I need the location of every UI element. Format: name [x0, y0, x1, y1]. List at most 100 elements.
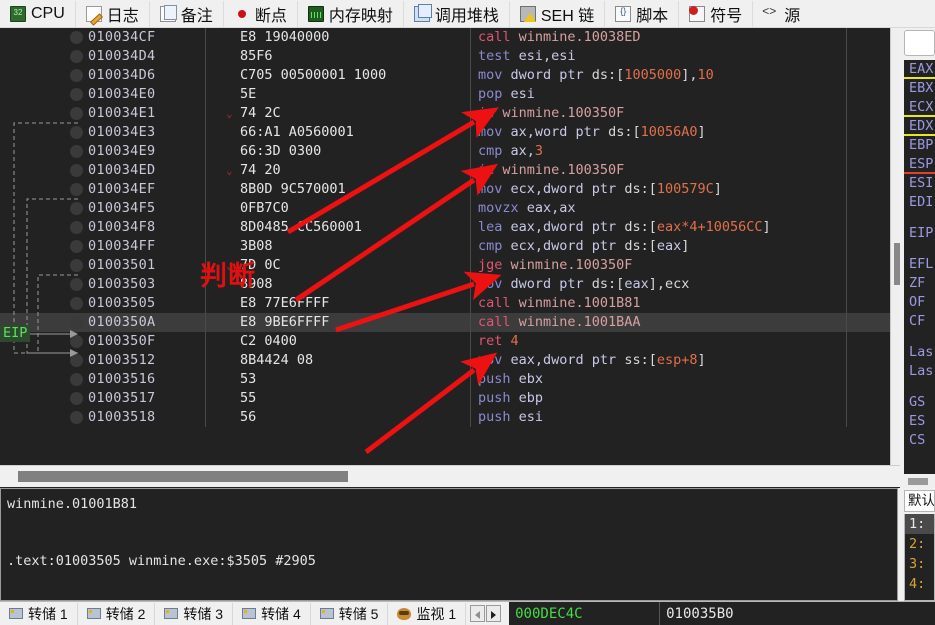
row-gutter[interactable]: [0, 66, 83, 85]
register-row-eip[interactable]: EIP: [904, 224, 935, 243]
disassembly-row[interactable]: 010034E3 66:A1 A0560001 mov ax,word ptr ds…: [0, 123, 890, 142]
stack-view-selector[interactable]: 默认: [904, 490, 935, 512]
disassembly-row[interactable]: 01003503 8908 mov dword ptr ds:[eax],ecx: [0, 275, 890, 294]
disassembly-row[interactable]: 010034E9 66:3D 0300 cmp ax,3: [0, 142, 890, 161]
disassembly-row[interactable]: 01003512 8B4424 08 mov eax,dword ptr ss:[e…: [0, 351, 890, 370]
register-row-gs[interactable]: GS: [904, 393, 935, 412]
disassembly-row[interactable]: 01003501 ⌄ 7D 0C jge winmine.100350F: [0, 256, 890, 275]
breakpoint-slot-icon[interactable]: [70, 88, 83, 101]
disassembly-row[interactable]: 010034ED ⌄ 74 20 je winmine.100350F: [0, 161, 890, 180]
breakpoint-slot-icon[interactable]: [70, 126, 83, 139]
row-gutter[interactable]: [0, 275, 83, 294]
register-row-eax[interactable]: EAX: [904, 60, 935, 79]
disassembly-row[interactable]: 010034E0 5E pop esi: [0, 85, 890, 104]
toolbar-item-6[interactable]: SEH 链: [510, 0, 606, 27]
row-gutter[interactable]: [0, 370, 83, 389]
row-gutter[interactable]: [0, 294, 83, 313]
row-gutter[interactable]: [0, 351, 83, 370]
toolbar-item-0[interactable]: CPU: [0, 0, 76, 27]
breakpoint-slot-icon[interactable]: [70, 278, 83, 291]
disassembly-row[interactable]: 0100350F C2 0400 ret 4: [0, 332, 890, 351]
breakpoint-slot-icon[interactable]: [70, 183, 83, 196]
register-row-ebx[interactable]: EBX: [904, 79, 935, 98]
toolbar-item-1[interactable]: 日志: [76, 0, 150, 27]
breakpoint-slot-icon[interactable]: [70, 31, 83, 44]
disassembly-row[interactable]: 01003517 55 push ebp: [0, 389, 890, 408]
breakpoint-slot-icon[interactable]: [70, 240, 83, 253]
register-row-las[interactable]: Las: [904, 343, 935, 362]
register-row-esp[interactable]: ESP: [904, 155, 935, 174]
breakpoint-slot-icon[interactable]: [70, 259, 83, 272]
registers-scroll-thumb[interactable]: [908, 478, 928, 485]
disassembly-row[interactable]: 010034FF 3B08 cmp ecx,dword ptr ds:[eax]: [0, 237, 890, 256]
register-row-cf[interactable]: CF: [904, 312, 935, 331]
disassembly-row[interactable]: 010034D6 C705 00500001 1000 mov dword ptr …: [0, 66, 890, 85]
toolbar-item-2[interactable]: 备注: [150, 0, 224, 27]
breakpoint-slot-icon[interactable]: [70, 411, 83, 424]
breakpoint-slot-icon[interactable]: [70, 107, 83, 120]
row-gutter[interactable]: [0, 180, 83, 199]
row-gutter[interactable]: [0, 104, 83, 123]
toolbar-item-7[interactable]: 脚本: [605, 0, 680, 27]
disassembly-hscroll-thumb[interactable]: [18, 471, 348, 482]
disassembly-row[interactable]: 010034F5 0FB7C0 movzx eax,ax: [0, 199, 890, 218]
disassembly-row[interactable]: 010034F8 8D0485 CC560001 lea eax,dword ptr…: [0, 218, 890, 237]
breakpoint-slot-icon[interactable]: [70, 297, 83, 310]
disassembly-row[interactable]: 01003516 53 push ebx: [0, 370, 890, 389]
row-gutter[interactable]: [0, 28, 83, 47]
stack-row[interactable]: 1:: [905, 514, 934, 534]
row-gutter[interactable]: [0, 123, 83, 142]
row-gutter[interactable]: [0, 408, 83, 427]
register-row-ebp[interactable]: EBP: [904, 136, 935, 155]
disassembly-listing[interactable]: 010034CF E8 19040000 call winmine.10038ED 0…: [0, 28, 890, 465]
breakpoint-slot-icon[interactable]: [70, 221, 83, 234]
breakpoint-slot-icon[interactable]: [70, 392, 83, 405]
row-gutter[interactable]: [0, 47, 83, 66]
disassembly-row[interactable]: 010034EF 8B0D 9C570001 mov ecx,dword ptr d…: [0, 180, 890, 199]
row-gutter[interactable]: [0, 237, 83, 256]
register-row-cs[interactable]: CS: [904, 431, 935, 450]
scroll-right-icon[interactable]: [486, 605, 502, 622]
register-row-es[interactable]: ES: [904, 412, 935, 431]
row-gutter[interactable]: [0, 161, 83, 180]
register-row-of[interactable]: OF: [904, 293, 935, 312]
register-row-edx[interactable]: EDX: [904, 117, 935, 136]
disassembly-row[interactable]: 010034E1 ⌄ 74 2C je winmine.100350F: [0, 104, 890, 123]
register-row-zf[interactable]: ZF: [904, 274, 935, 293]
bottom-tab-4[interactable]: 转储 5: [311, 602, 389, 625]
row-gutter[interactable]: [0, 389, 83, 408]
breakpoint-slot-icon[interactable]: [70, 202, 83, 215]
register-row-ecx[interactable]: ECX: [904, 98, 935, 117]
disassembly-row[interactable]: 010034D4 85F6 test esi,esi: [0, 47, 890, 66]
breakpoint-slot-icon[interactable]: [70, 373, 83, 386]
toolbar-item-9[interactable]: 源: [753, 1, 810, 27]
row-gutter[interactable]: [0, 256, 83, 275]
registers-list[interactable]: EAX EBX ECX EDX EBP ESP ESI EDI EIP EFL ZF OF CF Las L…: [904, 60, 935, 474]
breakpoint-slot-icon[interactable]: [70, 316, 83, 329]
breakpoint-slot-icon[interactable]: [70, 335, 83, 348]
scroll-left-icon[interactable]: [470, 605, 486, 622]
breakpoint-slot-icon[interactable]: [70, 164, 83, 177]
disassembly-row[interactable]: 01003518 56 push esi: [0, 408, 890, 427]
disassembly-row[interactable]: 010034CF E8 19040000 call winmine.10038ED: [0, 28, 890, 47]
row-gutter[interactable]: [0, 85, 83, 104]
register-row-edi[interactable]: EDI: [904, 193, 935, 212]
tab-scroll-buttons[interactable]: [466, 605, 505, 622]
stack-list[interactable]: 1: 2: 3: 4:: [904, 514, 935, 601]
breakpoint-slot-icon[interactable]: [70, 50, 83, 63]
row-gutter[interactable]: [0, 218, 83, 237]
breakpoint-slot-icon[interactable]: [70, 354, 83, 367]
row-gutter[interactable]: [0, 199, 83, 218]
register-row-efl[interactable]: EFL: [904, 255, 935, 274]
stack-row[interactable]: 3:: [905, 554, 934, 574]
toolbar-item-8[interactable]: 符号: [679, 0, 754, 27]
disassembly-horizontal-scrollbar[interactable]: [0, 465, 906, 487]
register-row-las[interactable]: Las: [904, 362, 935, 381]
breakpoint-slot-icon[interactable]: [70, 145, 83, 158]
registers-scrollbar[interactable]: [904, 475, 935, 488]
stack-row[interactable]: 2:: [905, 534, 934, 554]
bottom-tab-2[interactable]: 转储 3: [155, 602, 234, 625]
toolbar-item-5[interactable]: 调用堆栈: [404, 0, 510, 27]
toolbar-item-4[interactable]: 内存映射: [298, 0, 404, 27]
bottom-tab-5[interactable]: 监视 1: [388, 602, 467, 625]
